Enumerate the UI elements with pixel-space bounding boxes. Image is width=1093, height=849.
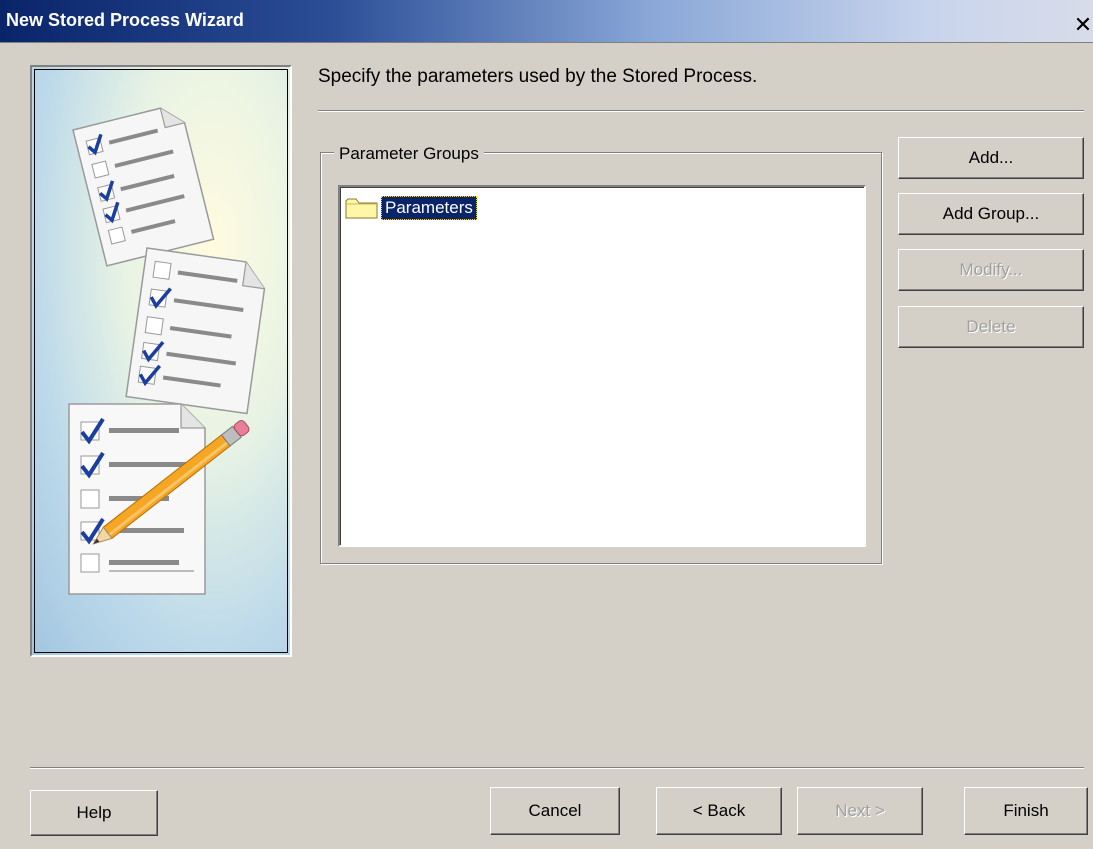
back-button[interactable]: < Back [656, 787, 782, 835]
folder-icon [345, 198, 378, 219]
tree-node-parameters[interactable]: Parameters [345, 196, 477, 220]
add-group-button[interactable]: Add Group... [898, 193, 1084, 235]
cancel-button[interactable]: Cancel [490, 787, 620, 835]
footer-divider [30, 767, 1084, 769]
finish-button[interactable]: Finish [964, 787, 1088, 835]
delete-button[interactable]: Delete [898, 306, 1084, 348]
checklist-illustration-icon [68, 107, 266, 595]
wizard-illustration [30, 65, 292, 657]
title-bar[interactable]: New Stored Process Wizard ✕ [0, 0, 1093, 43]
instruction-text: Specify the parameters used by the Store… [318, 66, 758, 87]
close-icon[interactable]: ✕ [1073, 14, 1093, 37]
tree-node-label: Parameters [381, 196, 477, 220]
parameter-groups-tree[interactable]: Parameters [338, 185, 866, 547]
add-button[interactable]: Add... [898, 137, 1084, 179]
header-divider [318, 110, 1084, 112]
wizard-window: New Stored Process Wizard ✕ Specify the … [0, 0, 1093, 849]
modify-button[interactable]: Modify... [898, 249, 1084, 291]
help-button[interactable]: Help [30, 790, 158, 836]
window-title: New Stored Process Wizard [6, 10, 244, 30]
parameter-groups-label: Parameter Groups [334, 144, 484, 164]
next-button[interactable]: Next > [797, 787, 923, 835]
